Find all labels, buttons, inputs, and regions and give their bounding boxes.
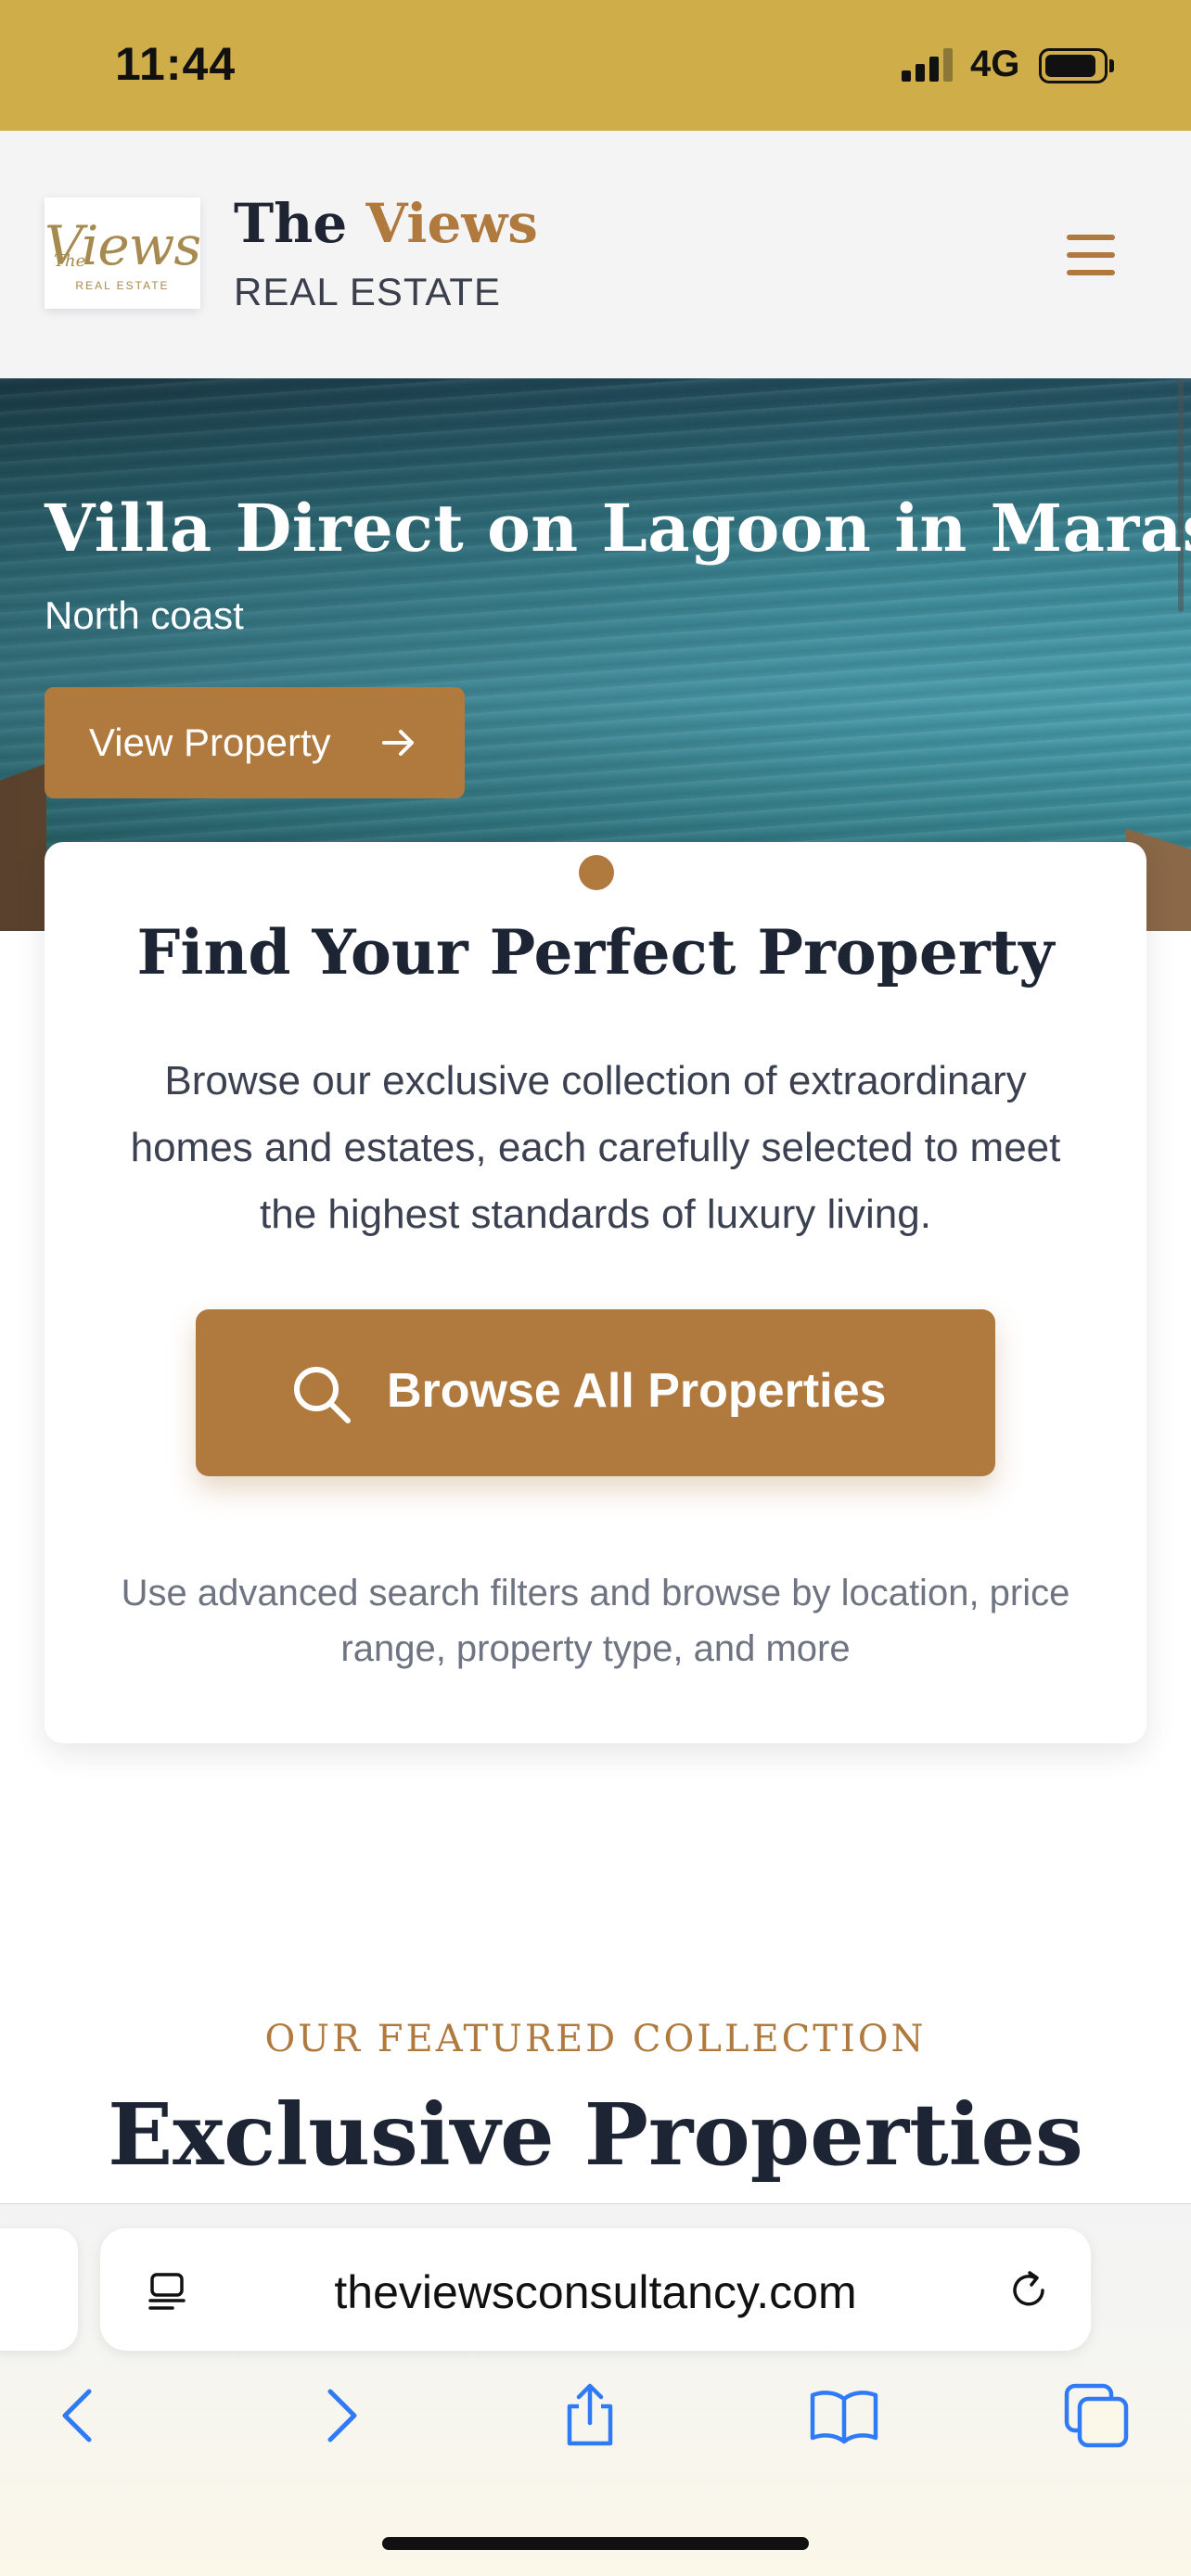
- featured-title: Exclusive Properties: [108, 2085, 1083, 2185]
- battery-icon: [1039, 48, 1108, 83]
- card-note: Use advanced search filters and browse b…: [121, 1573, 1070, 1669]
- featured-eyebrow: OUR FEATURED COLLECTION: [264, 2018, 927, 2060]
- view-property-button[interactable]: View Property: [45, 687, 465, 798]
- brand-name-views: Views: [365, 192, 538, 255]
- arrow-right-icon: [382, 730, 414, 756]
- status-bar: 11:44 4G: [0, 0, 1191, 131]
- status-time: 11:44: [115, 38, 237, 90]
- battery-tip: [1109, 59, 1114, 72]
- bookmarks-icon[interactable]: [807, 2378, 881, 2453]
- back-icon[interactable]: [43, 2378, 117, 2453]
- home-indicator: [382, 2537, 809, 2550]
- share-icon[interactable]: [553, 2378, 627, 2453]
- carousel-dot[interactable]: [579, 855, 614, 890]
- forward-icon[interactable]: [302, 2378, 377, 2453]
- view-property-label: View Property: [89, 721, 331, 764]
- reader-icon[interactable]: [145, 2269, 191, 2315]
- previous-tab-peek[interactable]: [0, 2228, 78, 2351]
- signal-strength-icon: [902, 48, 954, 82]
- brand-name[interactable]: The Views: [234, 192, 538, 255]
- browse-all-properties-button[interactable]: Browse All Properties: [196, 1309, 995, 1476]
- url-text: theviewsconsultancy.com: [334, 2266, 857, 2318]
- find-property-card: Find Your Perfect Property Browse our ex…: [45, 842, 1146, 1743]
- hamburger-menu-icon[interactable]: [1057, 227, 1124, 283]
- brand-subtitle: REAL ESTATE: [234, 270, 501, 313]
- card-title: Find Your Perfect Property: [136, 916, 1055, 988]
- browser-toolbar: theviewsconsultancy.com: [0, 2203, 1191, 2576]
- search-icon: [294, 1367, 351, 1423]
- hero-subtitle: North coast: [45, 593, 244, 637]
- logo-subtitle: REAL ESTATE: [75, 279, 170, 292]
- site-logo[interactable]: Views The REAL ESTATE: [45, 198, 201, 309]
- browse-all-properties-label: Browse All Properties: [387, 1364, 887, 1418]
- hero-title: Villa Direct on Lagoon in Marassi: [45, 490, 1191, 567]
- card-description: Browse our exclusive collection of extra…: [130, 1058, 1061, 1237]
- reload-icon[interactable]: [1004, 2265, 1054, 2315]
- brand-name-the: The: [234, 192, 348, 255]
- site-header: Views The REAL ESTATE The Views REAL EST…: [0, 131, 1191, 378]
- network-label: 4G: [970, 44, 1020, 84]
- address-bar[interactable]: theviewsconsultancy.com: [100, 2228, 1091, 2351]
- logo-the-text: The: [54, 251, 86, 271]
- tabs-icon[interactable]: [1059, 2378, 1133, 2453]
